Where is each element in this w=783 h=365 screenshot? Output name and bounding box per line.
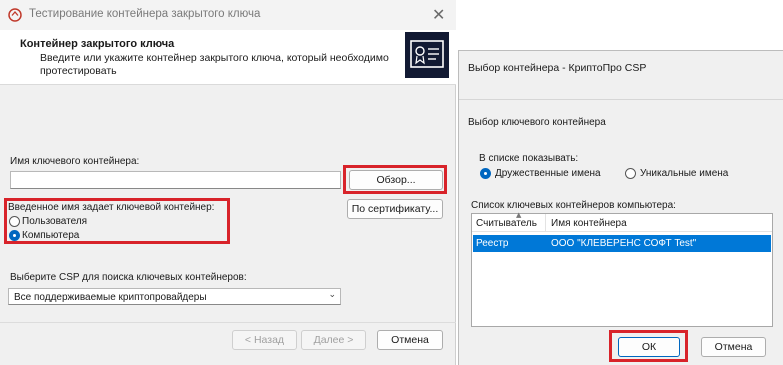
row-container-name: ООО "КЛЕВЕРЕНС СОФТ Test" xyxy=(551,238,697,249)
list-label: Список ключевых контейнеров компьютера: xyxy=(471,200,676,211)
by-certificate-button[interactable]: По сертификату... xyxy=(347,199,443,219)
browse-button[interactable]: Обзор... xyxy=(349,170,443,190)
header-title: Контейнер закрытого ключа xyxy=(20,38,175,50)
dialog1-titlebar: Тестирование контейнера закрытого ключа … xyxy=(0,0,456,30)
key-container-label: Имя ключевого контейнера: xyxy=(10,156,140,167)
dialog2-title-divider xyxy=(459,99,783,100)
dialog1-header: Контейнер закрытого ключа Введите или ук… xyxy=(0,30,456,85)
chevron-down-icon: ⌄ xyxy=(328,290,336,300)
container-list[interactable]: ▲ Считыватель Имя контейнера Реестр ООО … xyxy=(471,211,773,327)
row-reader: Реестр xyxy=(476,238,509,249)
show-group-label: В списке показывать: xyxy=(479,153,579,164)
ok-button[interactable]: ОК xyxy=(618,337,680,357)
close-icon[interactable]: ✕ xyxy=(432,5,445,24)
dialog2-cancel-button[interactable]: Отмена xyxy=(701,337,766,357)
key-container-input[interactable] xyxy=(10,171,341,189)
radio-computer-label: Компьютера xyxy=(22,230,80,241)
test-container-dialog: Тестирование контейнера закрытого ключа … xyxy=(0,0,456,365)
radio-computer-circle[interactable] xyxy=(9,230,20,241)
select-container-dialog: Выбор контейнера - КриптоПро CSP Выбор к… xyxy=(458,50,783,365)
radio-friendly-names-label: Дружественные имена xyxy=(495,168,601,179)
radio-unique-names[interactable]: Уникальные имена xyxy=(625,168,728,179)
list-header: ▲ Считыватель Имя контейнера xyxy=(472,211,772,232)
certificate-logo-icon xyxy=(405,32,449,78)
dialog2-title: Выбор контейнера - КриптоПро CSP xyxy=(468,62,647,74)
radio-user-label: Пользователя xyxy=(22,216,88,227)
radio-user-circle[interactable] xyxy=(9,216,20,227)
radio-unique-names-circle[interactable] xyxy=(625,168,636,179)
header-description: Введите или укажите контейнер закрытого … xyxy=(40,52,389,77)
footer-divider xyxy=(0,322,456,323)
csp-select[interactable]: Все поддерживаемые криптопровайдеры ⌄ xyxy=(8,288,341,305)
radio-user[interactable]: Пользователя xyxy=(9,216,87,227)
cancel-button[interactable]: Отмена xyxy=(377,330,443,350)
column-separator[interactable] xyxy=(545,214,546,232)
radio-unique-names-label: Уникальные имена xyxy=(640,168,729,179)
csp-selected-value: Все поддерживаемые криптопровайдеры xyxy=(14,292,207,303)
next-button[interactable]: Далее > xyxy=(301,330,366,350)
radio-friendly-names[interactable]: Дружественные имена xyxy=(480,168,601,179)
key-type-group-label: Введенное имя задает ключевой контейнер: xyxy=(8,202,215,213)
column-reader[interactable]: Считыватель xyxy=(476,218,537,229)
cryptopro-app-icon xyxy=(8,8,22,22)
section-label: Выбор ключевого контейнера xyxy=(468,117,606,128)
list-row[interactable]: Реестр ООО "КЛЕВЕРЕНС СОФТ Test" xyxy=(473,235,771,252)
dialog1-title: Тестирование контейнера закрытого ключа xyxy=(29,8,261,20)
column-container-name[interactable]: Имя контейнера xyxy=(551,218,627,229)
radio-computer[interactable]: Компьютера xyxy=(9,230,79,241)
back-button[interactable]: < Назад xyxy=(232,330,297,350)
csp-label: Выберите CSP для поиска ключевых контейн… xyxy=(10,272,247,283)
radio-friendly-names-circle[interactable] xyxy=(480,168,491,179)
